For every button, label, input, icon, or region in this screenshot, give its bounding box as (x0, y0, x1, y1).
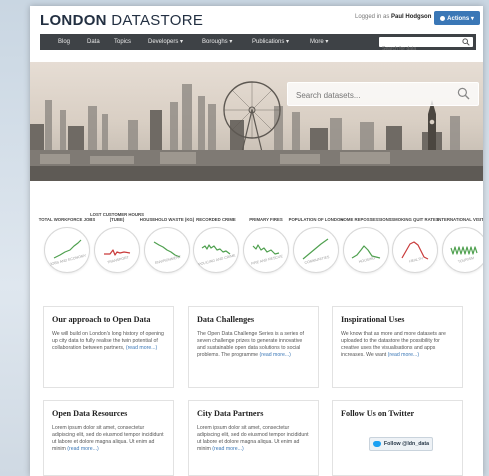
dataset-search-input[interactable] (294, 87, 448, 103)
logged-in-prefix: Logged in as (355, 14, 390, 20)
card-title: Our approach to Open Data (52, 315, 151, 324)
card-data-challenges[interactable]: Data Challenges The Open Data Challenge … (188, 306, 319, 388)
sparkline-line (201, 244, 231, 255)
card-body: We know that as more and more datasets a… (341, 331, 453, 359)
site-logo[interactable]: LONDON DATASTORE (40, 12, 203, 29)
user-icon (440, 15, 446, 21)
hero-skyline-banner (30, 62, 483, 181)
search-icon[interactable] (457, 87, 470, 100)
stat-label: INTERNATIONAL VISITORS (437, 217, 483, 222)
read-more-link[interactable]: (read more...) (388, 352, 419, 358)
twitter-bird-icon (372, 441, 381, 447)
twitter-follow-label: Follow @ldn_data (383, 441, 430, 447)
nav-search-box (379, 37, 473, 54)
card-open-data-approach[interactable]: Our approach to Open Data We will build … (43, 306, 174, 388)
nav-item-blog[interactable]: Blog (58, 34, 70, 50)
main-nav: Blog Data Topics Developers ▾ Boroughs ▾… (40, 34, 476, 54)
read-more-link[interactable]: (read more...) (126, 345, 157, 351)
nav-item-publications[interactable]: Publications ▾ (252, 34, 289, 50)
card-body: We will build on London's long history o… (52, 331, 164, 352)
card-title: City Data Partners (197, 409, 264, 418)
card-title: Data Challenges (197, 315, 255, 324)
logo-text-datastore: DATASTORE (111, 12, 204, 29)
sparkline-line (252, 244, 280, 255)
nav-item-more[interactable]: More ▾ (310, 34, 328, 50)
card-title: Follow Us on Twitter (341, 409, 415, 418)
card-body: The Open Data Challenge Series is a seri… (197, 331, 309, 359)
website-page: LONDON DATASTORE Logged in as Paul Hodgs… (30, 6, 483, 476)
nav-item-topics[interactable]: Topics (114, 34, 131, 50)
nav-item-data[interactable]: Data (87, 34, 100, 50)
header: LONDON DATASTORE Logged in as Paul Hodgs… (30, 6, 483, 32)
actions-label: Actions ▾ (447, 15, 474, 22)
sparkline-line (450, 246, 478, 255)
actions-button[interactable]: Actions ▾ (434, 11, 480, 25)
card-twitter: Follow Us on Twitter Follow @ldn_data (332, 400, 463, 476)
sparkline-line (104, 249, 131, 256)
nav-item-boroughs[interactable]: Boroughs ▾ (202, 34, 232, 50)
read-more-link[interactable]: (read more...) (212, 446, 243, 452)
hero-search-box (287, 82, 479, 106)
card-body: Lorem ipsum dolor sit amet, consectetur … (197, 425, 309, 453)
card-inspirational-uses[interactable]: Inspirational Uses We know that as more … (332, 306, 463, 388)
card-open-data-resources[interactable]: Open Data Resources Lorem ipsum dolor si… (43, 400, 174, 476)
card-title: Inspirational Uses (341, 315, 405, 324)
logo-text-london: LONDON (40, 12, 107, 29)
card-body: Lorem ipsum dolor sit amet, consectetur … (52, 425, 164, 453)
login-status: Logged in as Paul Hodgson (355, 14, 431, 20)
read-more-link[interactable]: (read more...) (259, 352, 290, 358)
logged-in-user[interactable]: Paul Hodgson (391, 14, 431, 20)
london-skyline-image (30, 62, 483, 181)
read-more-link[interactable]: (read more...) (67, 446, 98, 452)
twitter-follow-button[interactable]: Follow @ldn_data (369, 437, 433, 451)
search-icon[interactable] (462, 38, 470, 46)
nav-search-input[interactable] (379, 44, 462, 54)
card-city-data-partners[interactable]: City Data Partners Lorem ipsum dolor sit… (188, 400, 319, 476)
nav-item-developers[interactable]: Developers ▾ (148, 34, 183, 50)
card-title: Open Data Resources (52, 409, 128, 418)
